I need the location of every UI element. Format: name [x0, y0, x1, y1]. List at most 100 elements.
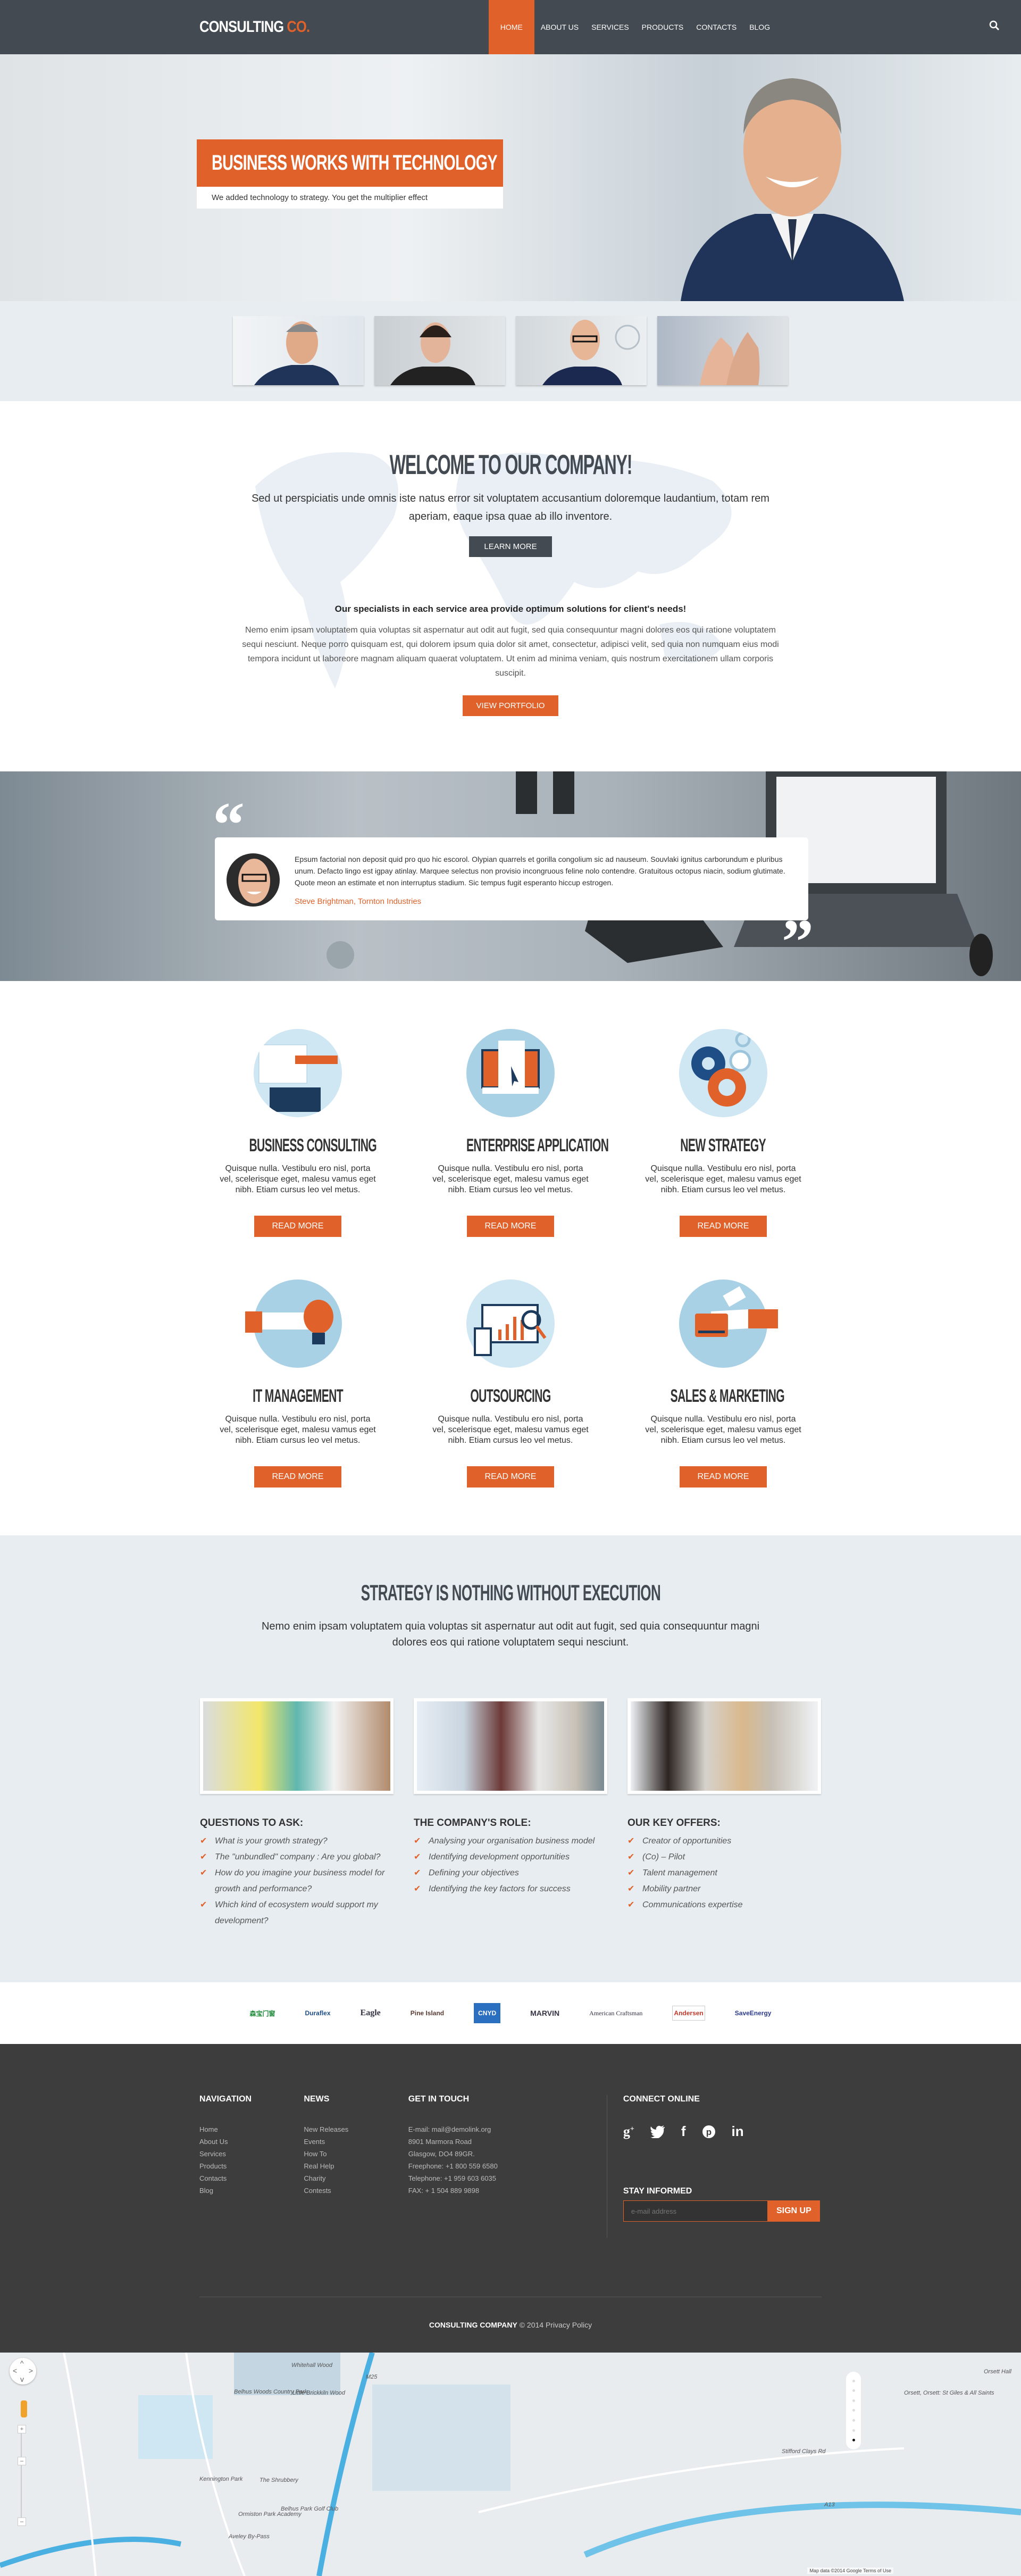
contact-line: FAX: + 1 504 889 9898 [408, 2187, 480, 2195]
list-item-text: Identifying the key factors for success [429, 1884, 571, 1893]
map-zoom-level-indicator[interactable] [846, 2372, 861, 2449]
testimonial-text: Epsum factorial non deposit quid pro quo… [295, 855, 785, 887]
map-label: Aveley By-Pass [229, 2533, 270, 2540]
nav-home[interactable]: HOME [488, 0, 534, 54]
hero-subtitle: We added technology to strategy. You get… [197, 187, 503, 209]
site-header: CONSULTING CO. HOME ABOUT US SERVICES PR… [0, 0, 1021, 54]
search-icon[interactable] [989, 20, 1000, 31]
brand-logo[interactable]: CNYD [474, 2003, 501, 2023]
nav-blog[interactable]: BLOG [743, 0, 776, 54]
read-more-button[interactable]: READ MORE [254, 1466, 342, 1488]
read-more-button[interactable]: READ MORE [466, 1216, 555, 1237]
brand-logo[interactable]: SaveEnergy [735, 2009, 772, 2017]
list-item-text: Communications expertise [642, 1900, 743, 1909]
nav-about-us[interactable]: ABOUT US [534, 0, 585, 54]
zoom-in-button[interactable]: + [18, 2425, 26, 2433]
footer-news-link[interactable]: Events [304, 2135, 408, 2148]
list-item-text: The "unbundled" company : Are you global… [215, 1852, 381, 1862]
main-nav: HOME ABOUT US SERVICES PRODUCTS CONTACTS… [488, 0, 776, 54]
strategy-list-item: ✔ Which kind of ecosystem would support m… [200, 1897, 394, 1929]
nav-services[interactable]: SERVICES [585, 0, 635, 54]
strategy-list-item: ✔ Identifying the key factors for success [414, 1881, 607, 1897]
brand-logo[interactable]: Eagle [361, 2008, 381, 2018]
checkmark-icon: ✔ [414, 1837, 421, 1846]
map-label: Belhus Park Golf Club [281, 2506, 339, 2512]
footer-news-link[interactable]: New Releases [304, 2123, 408, 2135]
footer-nav-link[interactable]: Contacts [199, 2172, 304, 2184]
footer-news-link[interactable]: Contests [304, 2184, 408, 2197]
view-portfolio-button[interactable]: VIEW PORTFOLIO [462, 695, 559, 716]
checkmark-icon: ✔ [414, 1884, 421, 1893]
map-label: Kennington Park [199, 2476, 243, 2482]
footer-nav-link[interactable]: Home [199, 2123, 304, 2135]
logo[interactable]: CONSULTING CO. [199, 18, 310, 36]
linkedin-icon[interactable]: in [732, 2123, 744, 2140]
newsletter-email-input[interactable] [623, 2200, 768, 2222]
nav-contacts[interactable]: CONTACTS [690, 0, 743, 54]
list-item-text: Creator of opportunities [642, 1837, 732, 1846]
brand-logo[interactable]: Duraflex [305, 2009, 331, 2017]
footer-stay-informed: STAY INFORMED [623, 2187, 692, 2196]
footer-nav-link[interactable]: Services [199, 2148, 304, 2160]
read-more-button[interactable]: READ MORE [254, 1216, 342, 1237]
map-attribution[interactable]: Map data ©2014 Google Terms of Use [807, 2567, 893, 2574]
pinterest-icon[interactable]: p [702, 2125, 716, 2139]
brand-logo[interactable]: MARVIN [530, 2009, 559, 2017]
quote-close-icon: ” [782, 906, 814, 977]
footer-news-link[interactable]: Real Help [304, 2160, 408, 2172]
map-label: The Shrubbery [260, 2477, 298, 2483]
brand-logo[interactable]: 森宝门窗 [250, 2009, 275, 2018]
testimonial-card: Epsum factorial non deposit quid pro quo… [215, 837, 808, 920]
map-pan-control[interactable]: ^ < > v [10, 2358, 36, 2384]
welcome-title: WELCOME TO OUR COMPANY! [389, 450, 632, 480]
thumbnail-woman-phone[interactable] [374, 316, 505, 385]
read-more-button[interactable]: READ MORE [679, 1466, 767, 1488]
footer-nav-link[interactable]: Products [199, 2160, 304, 2172]
copyright: CONSULTING COMPANY © 2014 Privacy Policy [199, 2297, 822, 2329]
strategy-list-item: ✔ Communications expertise [627, 1897, 821, 1913]
nav-products[interactable]: PRODUCTS [635, 0, 690, 54]
twitter-icon[interactable] [650, 2125, 665, 2138]
map-zoom-slider[interactable]: + – – [18, 2425, 28, 2526]
checkmark-icon: ✔ [414, 1868, 421, 1877]
street-view-pegman-icon[interactable] [21, 2400, 27, 2417]
checkmark-icon: ✔ [200, 1868, 207, 1877]
brand-logo[interactable]: Pine Island [411, 2009, 444, 2017]
map-controls: ^ < > v + – – [10, 2358, 36, 2526]
map-tiles [0, 2353, 1021, 2576]
analytics-magnifier-icon [466, 1279, 555, 1368]
strategy-title: STRATEGY IS NOTHING WITHOUT EXECUTION [361, 1580, 660, 1605]
specialists-text: Nemo enim ipsam voluptatem quia voluptas… [242, 626, 779, 678]
credit-card-hand-icon [679, 1279, 778, 1368]
zoom-out-button[interactable]: – [18, 2517, 26, 2526]
social-links: g+ f p in [623, 2123, 822, 2140]
read-more-button[interactable]: READ MORE [466, 1466, 555, 1488]
facebook-icon[interactable]: f [681, 2123, 686, 2140]
footer-news-link[interactable]: Charity [304, 2172, 408, 2184]
footer-navigation: NAVIGATION Home About Us Services Products C… [199, 2095, 304, 2238]
monitor-document-icon [466, 1029, 555, 1117]
map-label: A13 [824, 2502, 835, 2508]
thumbnail-woman-glasses[interactable] [516, 316, 647, 385]
read-more-button[interactable]: READ MORE [679, 1216, 767, 1237]
strategy-list: ✔ Creator of opportunities ✔ (Co) – Pilot ✔ T… [627, 1833, 821, 1913]
zoom-handle[interactable]: – [18, 2457, 26, 2465]
meeting-image [414, 1698, 607, 1794]
learn-more-button[interactable]: LEARN MORE [469, 536, 552, 557]
thumbnail-businessman[interactable] [233, 316, 364, 385]
strategy-list-item: ✔ (Co) – Pilot [627, 1849, 821, 1865]
strategy-list-item: ✔ How do you imagine your business model … [200, 1865, 394, 1897]
google-plus-icon[interactable]: g+ [623, 2124, 634, 2140]
thumbnail-thumbs-up[interactable] [657, 316, 788, 385]
footer-nav-link[interactable]: About Us [199, 2135, 304, 2148]
brand-logo[interactable]: American Craftsman [589, 2009, 642, 2017]
keyboard-pen-icon [254, 1029, 342, 1117]
sign-up-button[interactable]: SIGN UP [767, 2200, 820, 2222]
contact-line: Freephone: +1 800 559 6580 [408, 2162, 498, 2170]
slider-thumbnails [0, 301, 1021, 401]
google-map[interactable]: ^ < > v + – – Belhus Woods Country Park Whi… [0, 2353, 1021, 2576]
footer-nav-link[interactable]: Blog [199, 2184, 304, 2197]
footer-news-link[interactable]: How To [304, 2148, 408, 2160]
brand-logo[interactable]: Andersen [672, 2006, 705, 2021]
checkmark-icon: ✔ [627, 1884, 635, 1893]
